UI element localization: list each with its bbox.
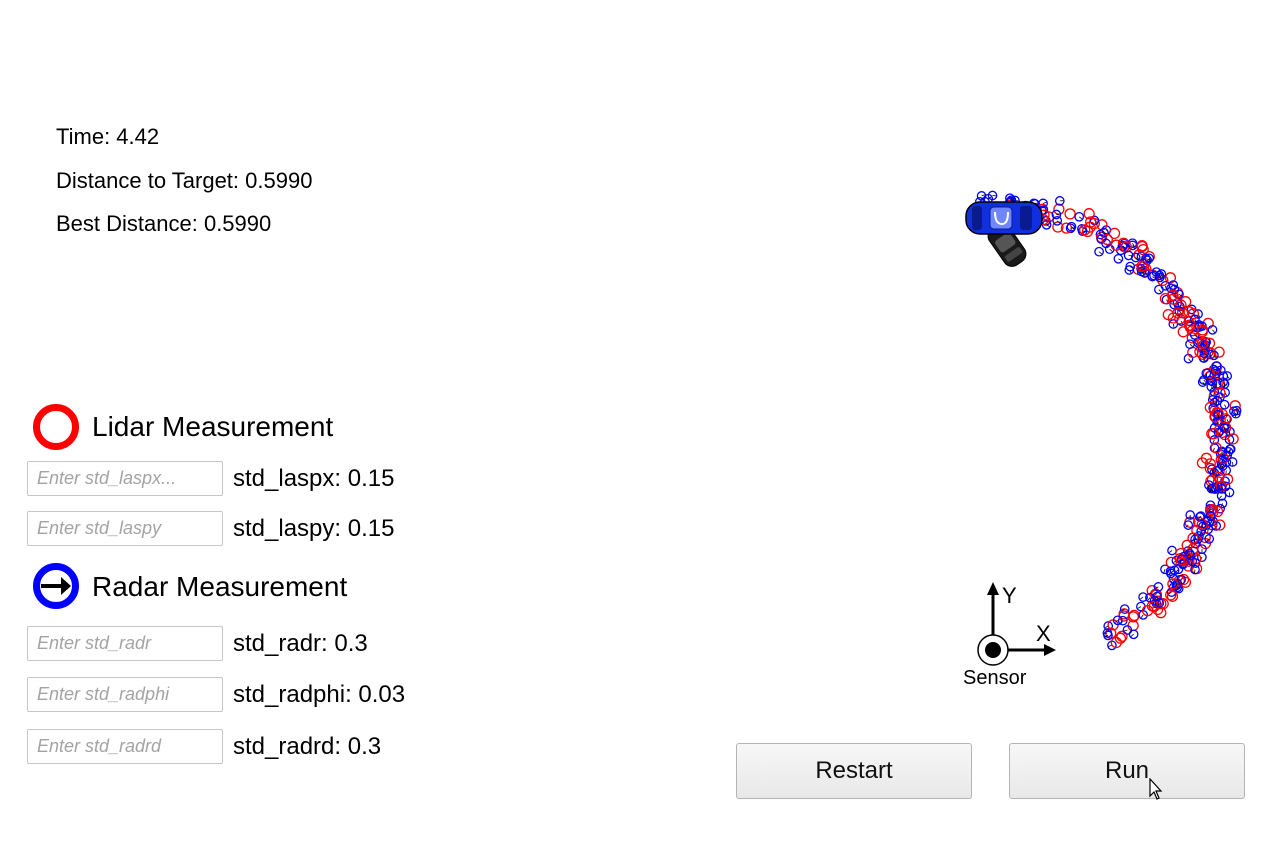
lidar-marker [1053,203,1065,215]
radar-marker-arrow [1098,251,1103,255]
x-axis-label: X [1036,621,1051,646]
radar-marker-arrow [1191,561,1193,565]
radar-marker-arrow [1220,503,1223,507]
radar-marker-arrow [1078,216,1083,220]
run-button-label: Run [1104,757,1150,784]
radar-marker-arrow [1108,645,1113,647]
radar-marker-arrow [1177,302,1179,307]
radar-marker-arrow [1194,569,1196,574]
radar-marker-arrow [1224,404,1227,409]
lidar-marker [1064,208,1076,220]
radar-marker-arrow [1188,358,1191,362]
mouse-pointer-icon [1149,778,1163,800]
radar-marker-arrow [1219,495,1222,499]
sensor-label: Sensor [963,667,1027,689]
run-button[interactable]: Run [1009,743,1245,799]
y-arrow-head [987,582,999,595]
radar-marker-arrow [1140,614,1144,618]
radar-marker-arrow [1137,606,1142,609]
radar-marker-arrow [1145,258,1150,261]
radar-marker-arrow [1158,289,1162,293]
radar-marker-arrow [1163,569,1166,573]
radar-marker-arrow [1042,202,1047,204]
tracking-plot: X Y Sensor [963,190,1242,689]
radar-marker [1128,629,1139,640]
radar-marker-arrow [1203,379,1207,383]
radar-marker-arrow [1212,329,1216,333]
blue-car-icon [965,201,1043,235]
radar-marker-arrow [1109,248,1113,252]
lidar-marker [1108,227,1121,240]
radar-marker-arrow [1168,550,1173,553]
radar-marker-arrow [1140,596,1144,600]
radar-marker-arrow [1165,285,1167,290]
radar-marker-arrow [1212,447,1215,452]
lidar-marker [1187,532,1199,544]
radar-marker-arrow [1172,323,1175,328]
radar-marker-arrow [1189,343,1193,347]
radar-marker-arrow [1130,633,1134,637]
radar-marker-arrow [1123,629,1128,632]
radar-marker-arrow [1147,597,1151,601]
sensor-axes: X Y Sensor [963,582,1056,689]
restart-button[interactable]: Restart [736,743,972,799]
y-axis-label: Y [1002,583,1017,608]
radar-marker-arrow [1118,258,1122,261]
